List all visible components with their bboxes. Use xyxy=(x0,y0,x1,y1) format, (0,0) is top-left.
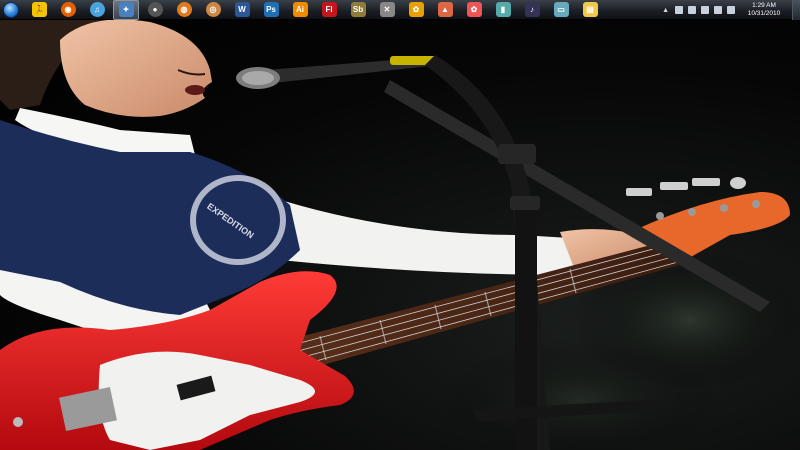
media-player-icon: ● xyxy=(147,2,163,17)
taskbar-app-photoshop[interactable]: Ps xyxy=(258,0,284,20)
taskbar-app-folder[interactable]: ▤ xyxy=(577,0,603,20)
taskbar-app-firefox[interactable]: ◉ xyxy=(55,0,81,20)
taskbar-app-soundbooth[interactable]: Sb xyxy=(345,0,371,20)
taskbar-app-aim[interactable]: 🏃 xyxy=(26,0,52,20)
taskbar-app-fl-studio[interactable]: ✿ xyxy=(403,0,429,20)
folder-icon: ▤ xyxy=(582,2,598,17)
taskbar-app-tool[interactable]: ✕ xyxy=(374,0,400,20)
guitar-app-icon: ♪ xyxy=(524,2,540,17)
network-icon[interactable] xyxy=(688,6,696,14)
active-window-icon: ✦ xyxy=(118,2,134,17)
taskbar-app-picasa[interactable]: ◎ xyxy=(200,0,226,20)
battery-icon[interactable] xyxy=(701,6,709,14)
taskbar-app-itunes[interactable]: ♫ xyxy=(84,0,110,20)
tool-icon: ✕ xyxy=(379,2,395,17)
taskbar-app-active-window[interactable]: ✦ xyxy=(113,0,139,20)
taskbar-app-illustrator[interactable]: Ai xyxy=(287,0,313,20)
wallpaper-photo: EXPEDITION xyxy=(0,20,800,450)
taskbar: 🏃 ◉ ♫ ✦ ● ◍ ◎ W Ps Ai Fl Sb ✕ ✿ ▲ ✿ ▮ ♪ ▭ ▤ ▲ 1:29 AM 10/31… xyxy=(0,0,800,20)
show-hidden-icon[interactable]: ▲ xyxy=(662,7,669,14)
clock[interactable]: 1:29 AM 10/31/2010 xyxy=(744,2,784,18)
taskbar-app-bottle[interactable]: ▮ xyxy=(490,0,516,20)
taskbar-app-game[interactable]: ▲ xyxy=(432,0,458,20)
show-desktop-button[interactable] xyxy=(792,0,800,20)
word-icon: W xyxy=(234,2,250,17)
taskbar-app-network[interactable]: ✿ xyxy=(461,0,487,20)
taskbar-app-guitar-app[interactable]: ♪ xyxy=(519,0,545,20)
display-icon: ▭ xyxy=(553,2,569,17)
windows-orb-icon xyxy=(3,1,19,18)
bluetooth-icon[interactable] xyxy=(675,6,683,14)
browser-icon: ◍ xyxy=(176,2,192,17)
bottle-icon: ▮ xyxy=(495,2,511,17)
desktop-wallpaper: EXPEDITION xyxy=(0,20,800,450)
clock-date: 10/31/2010 xyxy=(747,10,781,17)
picasa-icon: ◎ xyxy=(205,2,221,17)
taskbar-app-display[interactable]: ▭ xyxy=(548,0,574,20)
photoshop-icon: Ps xyxy=(263,2,279,17)
soundbooth-icon: Sb xyxy=(350,2,366,17)
game-icon: ▲ xyxy=(437,2,453,17)
aim-icon: 🏃 xyxy=(31,2,47,17)
start-button[interactable] xyxy=(0,0,22,20)
pinned-apps: 🏃 ◉ ♫ ✦ ● ◍ ◎ W Ps Ai Fl Sb ✕ ✿ ▲ ✿ ▮ ♪ ▭ ▤ xyxy=(26,0,606,20)
system-tray: ▲ 1:29 AM 10/31/2010 xyxy=(662,0,800,20)
volume-icon[interactable] xyxy=(727,6,735,14)
signal-icon[interactable] xyxy=(714,6,722,14)
taskbar-app-word[interactable]: W xyxy=(229,0,255,20)
firefox-icon: ◉ xyxy=(60,2,76,17)
flash-icon: Fl xyxy=(321,2,337,17)
clock-time: 1:29 AM xyxy=(752,2,776,9)
taskbar-app-flash[interactable]: Fl xyxy=(316,0,342,20)
fl-studio-icon: ✿ xyxy=(408,2,424,17)
itunes-icon: ♫ xyxy=(89,2,105,17)
illustrator-icon: Ai xyxy=(292,2,308,17)
taskbar-app-media-player[interactable]: ● xyxy=(142,0,168,20)
taskbar-app-browser[interactable]: ◍ xyxy=(171,0,197,20)
network-icon: ✿ xyxy=(466,2,482,17)
